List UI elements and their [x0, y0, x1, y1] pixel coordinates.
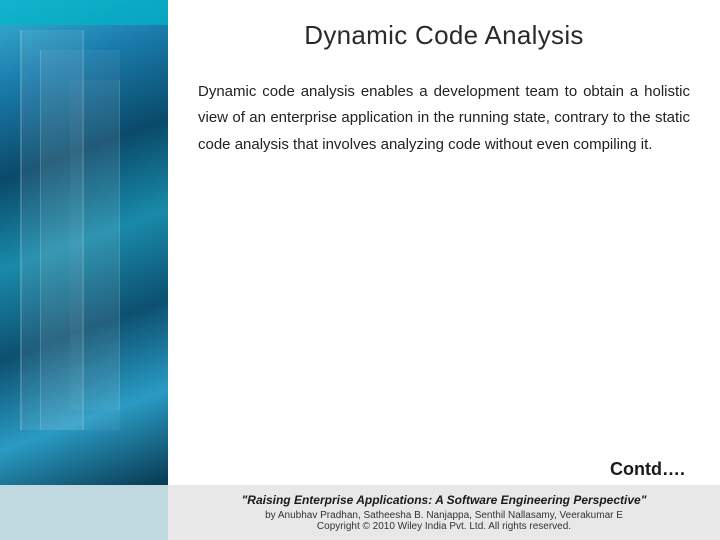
slide-body-text: Dynamic code analysis enables a developm…: [198, 79, 690, 439]
teal-accent-top: [0, 0, 168, 25]
left-image-panel: [0, 0, 168, 540]
footer-area: "Raising Enterprise Applications: A Soft…: [168, 485, 720, 540]
slide-title: Dynamic Code Analysis: [198, 20, 690, 59]
building-detail-2: [70, 80, 120, 410]
footer-book-title-text: "Raising Enterprise Applications: A Soft…: [242, 493, 647, 507]
footer-authors: by Anubhav Pradhan, Satheesha B. Nanjapp…: [265, 510, 623, 521]
content-area: Dynamic Code Analysis Dynamic code analy…: [168, 0, 720, 540]
slide-container: Dynamic Code Analysis Dynamic code analy…: [0, 0, 720, 540]
contd-label: Contd….: [198, 439, 690, 480]
footer-book-title: "Raising Enterprise Applications: A Soft…: [242, 493, 647, 507]
left-footer-bg: [0, 485, 168, 540]
footer-copyright: Copyright © 2010 Wiley India Pvt. Ltd. A…: [317, 521, 571, 532]
